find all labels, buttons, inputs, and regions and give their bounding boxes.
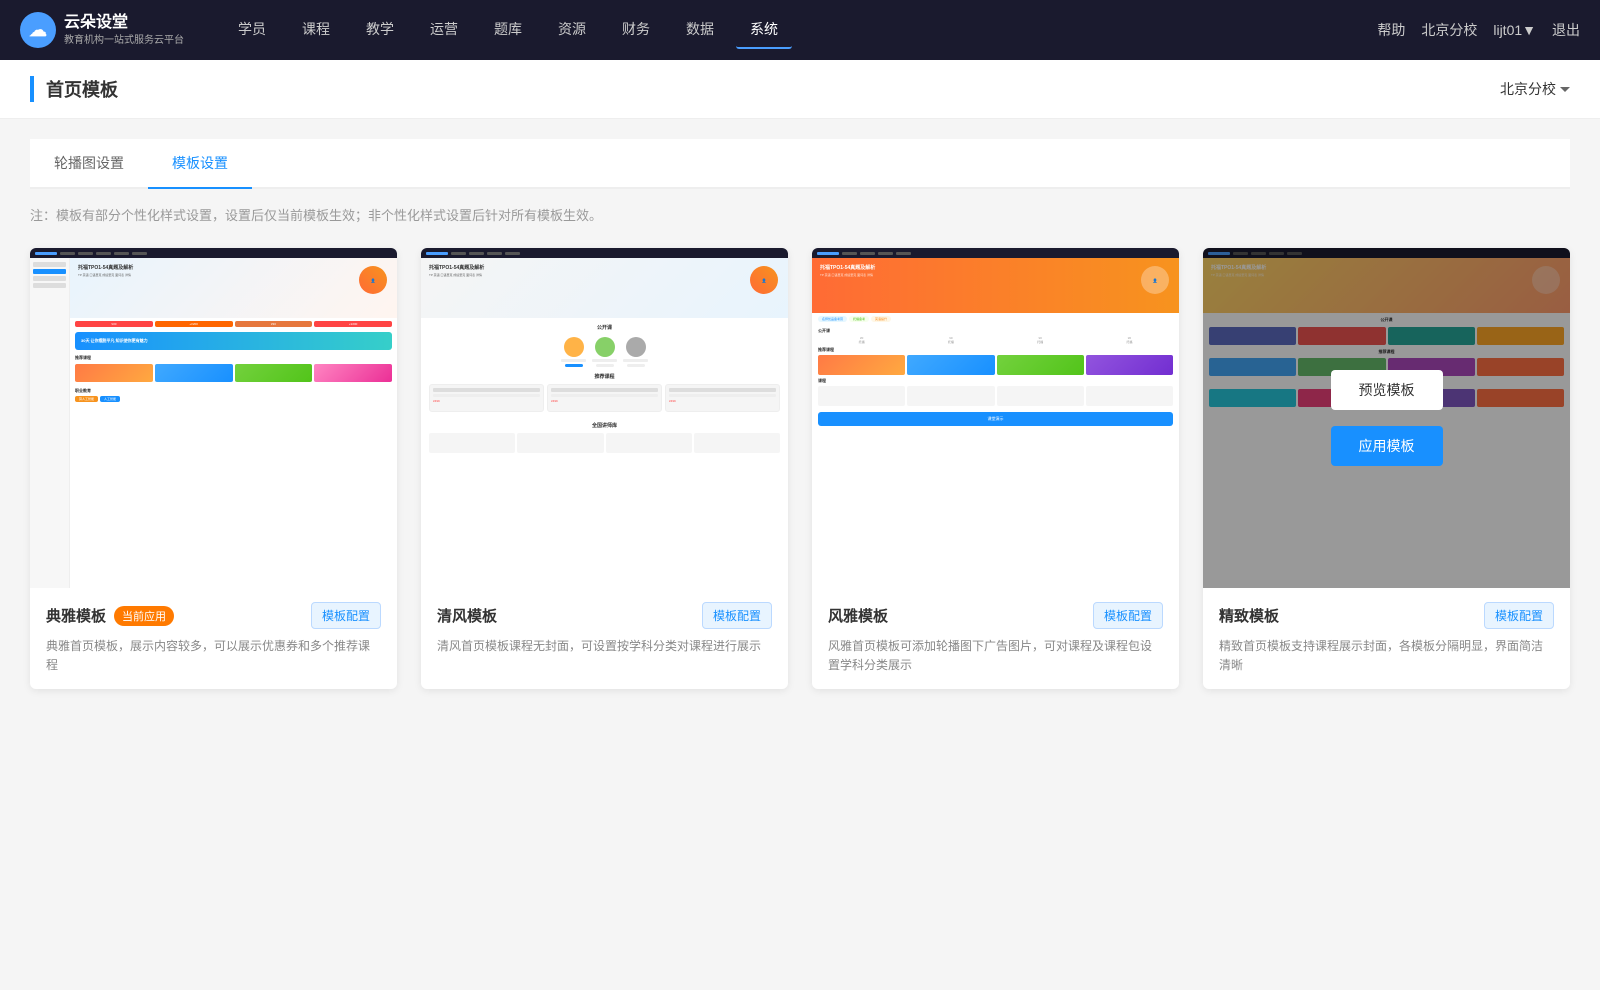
template-t4-name: 精致模板 (1219, 605, 1279, 626)
template-t2-name: 清风模板 (437, 605, 497, 626)
template-t4-overlay-visible: 预览模板 应用模板 (1203, 248, 1570, 588)
tab-carousel[interactable]: 轮播图设置 (30, 139, 148, 189)
main-nav: ☁ 云朵设堂 教育机构一站式服务云平台 学员课程教学运营题库资源财务数据系统 帮… (0, 0, 1600, 60)
config-t2-button[interactable]: 模板配置 (702, 602, 772, 629)
nav-item-运营[interactable]: 运营 (416, 11, 472, 49)
content-area: 轮播图设置 模板设置 注：模板有部分个性化样式设置，设置后仅当前模板生效；非个性… (0, 119, 1600, 709)
nav-item-财务[interactable]: 财务 (608, 11, 664, 49)
apply-t2-button[interactable]: 应用模板 (549, 426, 661, 466)
nav-item-课程[interactable]: 课程 (288, 11, 344, 49)
logout-link[interactable]: 退出 (1552, 20, 1580, 40)
nav-item-题库[interactable]: 题库 (480, 11, 536, 49)
branch-link[interactable]: 北京分校 (1421, 20, 1477, 40)
template-t4-desc: 精致首页模板支持课程展示封面，各模板分隔明显，界面简洁清晰 (1219, 637, 1554, 675)
tab-bar: 轮播图设置 模板设置 (30, 139, 1570, 189)
nav-item-系统[interactable]: 系统 (736, 11, 792, 49)
template-t3-info: 风雅模板 模板配置 风雅首页模板可添加轮播图下广告图片，可对课程及课程包设置学科… (812, 588, 1179, 689)
template-t4-info: 精致模板 模板配置 精致首页模板支持课程展示封面，各模板分隔明显，界面简洁清晰 (1203, 588, 1570, 689)
preview-t2-button[interactable]: 预览模板 (549, 370, 661, 410)
nav-item-数据[interactable]: 数据 (672, 11, 728, 49)
templates-grid: 托福TPO1-54真题及解析 TP 英语 口语里克 成绩里克 面词表 详情 👤 … (30, 248, 1570, 689)
template-t2-info: 清风模板 模板配置 清风首页模板课程无封面，可设置按学科分类对课程进行展示 (421, 588, 788, 670)
preview-t4-button[interactable]: 预览模板 (1331, 370, 1443, 410)
template-t1-info: 典雅模板 当前应用 模板配置 典雅首页模板，展示内容较多，可以展示优惠券和多个推… (30, 588, 397, 689)
preview-t3-button[interactable]: 预览模板 (940, 370, 1052, 410)
nav-item-学员[interactable]: 学员 (224, 11, 280, 49)
nav-item-教学[interactable]: 教学 (352, 11, 408, 49)
logo: ☁ 云朵设堂 教育机构一站式服务云平台 (20, 12, 184, 48)
template-t3-desc: 风雅首页模板可添加轮播图下广告图片，可对课程及课程包设置学科分类展示 (828, 637, 1163, 675)
config-t3-button[interactable]: 模板配置 (1093, 602, 1163, 629)
template-card-t3: 托福TPO1-54真题及解析 TP 英语 口语里克 成绩里克 面词表 详情 👤 … (812, 248, 1179, 689)
apply-t4-button[interactable]: 应用模板 (1331, 426, 1443, 466)
config-t1-button[interactable]: 模板配置 (311, 602, 381, 629)
branch-selector[interactable]: 北京分校 (1500, 79, 1570, 99)
template-preview-t4[interactable]: 托福TPO1-54真题及解析 TP 英语 口语里克 成绩里克 面词表 详情 公开… (1203, 248, 1570, 588)
nav-right: 帮助 北京分校 lijt01▼ 退出 (1377, 20, 1580, 40)
template-t3-name: 风雅模板 (828, 605, 888, 626)
template-preview-t2[interactable]: 托福TPO1-54真题及解析 TP 英语 口语里克 成绩里克 面词表 详情 👤 … (421, 248, 788, 588)
logo-icon: ☁ (20, 12, 56, 48)
logo-text: 云朵设堂 教育机构一站式服务云平台 (64, 13, 184, 47)
apply-t1-button[interactable]: 应用模板 (158, 426, 270, 466)
note-text: 注：模板有部分个性化样式设置，设置后仅当前模板生效；非个性化样式设置后针对所有模… (30, 205, 1570, 224)
nav-menu: 学员课程教学运营题库资源财务数据系统 (224, 11, 1377, 49)
template-t2-desc: 清风首页模板课程无封面，可设置按学科分类对课程进行展示 (437, 637, 772, 656)
page-title: 首页模板 (30, 76, 118, 102)
nav-item-资源[interactable]: 资源 (544, 11, 600, 49)
template-t1-badge: 当前应用 (114, 606, 174, 626)
template-preview-t3[interactable]: 托福TPO1-54真题及解析 TP 英语 口语里克 成绩里克 面词表 详情 👤 … (812, 248, 1179, 588)
template-card-t1: 托福TPO1-54真题及解析 TP 英语 口语里克 成绩里克 面词表 详情 👤 … (30, 248, 397, 689)
template-preview-t1[interactable]: 托福TPO1-54真题及解析 TP 英语 口语里克 成绩里克 面词表 详情 👤 … (30, 248, 397, 588)
config-t4-button[interactable]: 模板配置 (1484, 602, 1554, 629)
chevron-down-icon (1560, 87, 1570, 92)
template-t1-desc: 典雅首页模板，展示内容较多，可以展示优惠券和多个推荐课程 (46, 637, 381, 675)
preview-t1-button[interactable]: 预览模板 (158, 370, 270, 410)
apply-t3-button[interactable]: 应用模板 (940, 426, 1052, 466)
help-link[interactable]: 帮助 (1377, 20, 1405, 40)
page-header: 首页模板 北京分校 (0, 60, 1600, 119)
user-dropdown[interactable]: lijt01▼ (1493, 22, 1536, 38)
tab-template[interactable]: 模板设置 (148, 139, 252, 189)
template-card-t2: 托福TPO1-54真题及解析 TP 英语 口语里克 成绩里克 面词表 详情 👤 … (421, 248, 788, 689)
template-card-t4: 托福TPO1-54真题及解析 TP 英语 口语里克 成绩里克 面词表 详情 公开… (1203, 248, 1570, 689)
template-t1-name: 典雅模板 (46, 605, 106, 626)
